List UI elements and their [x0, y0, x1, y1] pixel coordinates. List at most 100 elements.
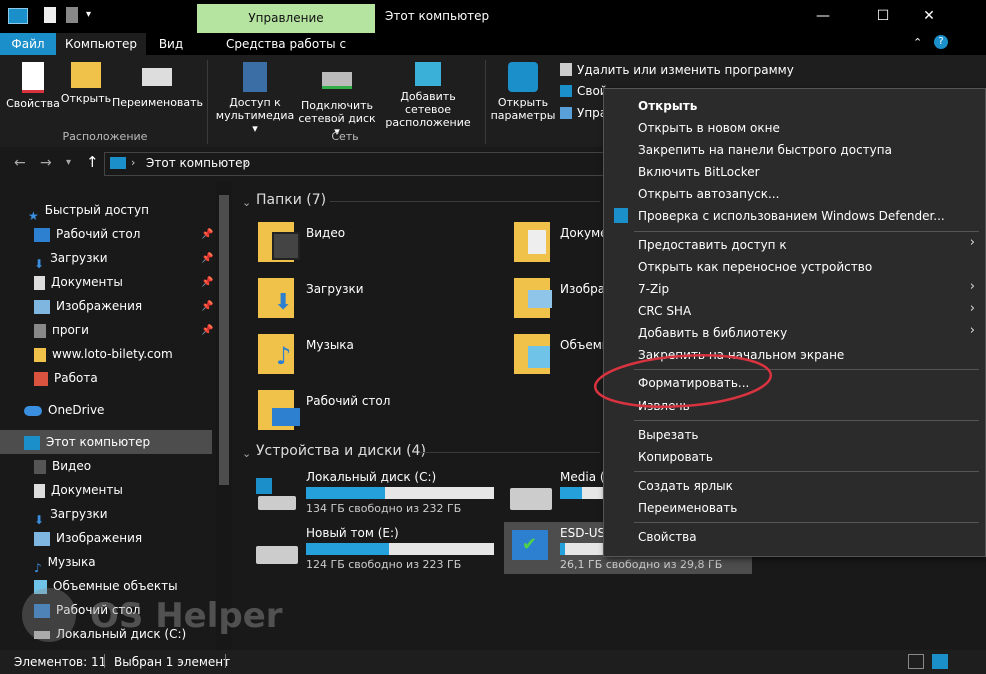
- nav-pc-pictures[interactable]: Изображения: [34, 526, 142, 550]
- folder-desktop-label[interactable]: Рабочий стол: [306, 394, 390, 408]
- properties-icon: [22, 62, 44, 93]
- nav-pc-music[interactable]: ♪ Музыка: [34, 550, 96, 575]
- pin-icon[interactable]: 📌: [201, 301, 213, 312]
- devices-section-header[interactable]: Устройства и диски (4): [256, 443, 426, 459]
- menu-item-open[interactable]: Открыть: [638, 95, 697, 117]
- nav-item-documents[interactable]: Документы: [34, 270, 123, 294]
- customize-toolbar-icon[interactable]: ▾: [86, 9, 91, 20]
- folder-downloads-label[interactable]: Загрузки: [306, 282, 364, 296]
- folder-3d-objects-icon[interactable]: [514, 334, 550, 374]
- collapse-ribbon-icon[interactable]: ⌃: [913, 36, 922, 49]
- nav-pc-video[interactable]: Видео: [34, 454, 91, 478]
- folder-music-icon[interactable]: ♪: [258, 334, 294, 374]
- drive-media-icon[interactable]: [510, 488, 552, 510]
- back-arrow-icon[interactable]: ←: [14, 155, 26, 171]
- tab-drive-tools[interactable]: Средства работы с дисками: [197, 33, 375, 73]
- breadcrumb[interactable]: Этот компьютер: [146, 156, 250, 170]
- recent-locations-icon[interactable]: ▾: [66, 157, 71, 168]
- pin-icon[interactable]: 📌: [201, 277, 213, 288]
- nav-item-desktop[interactable]: Рабочий стол: [34, 222, 140, 246]
- up-arrow-icon[interactable]: ↑: [86, 153, 99, 171]
- menu-item-create-shortcut[interactable]: Создать ярлык: [638, 475, 733, 497]
- gear-icon: [508, 62, 538, 92]
- menu-item-add-to-library[interactable]: Добавить в библиотеку: [638, 322, 787, 344]
- watermark-logo: [22, 588, 76, 642]
- collapse-chevron-icon[interactable]: ⌄: [242, 447, 251, 460]
- uninstall-icon: [560, 63, 572, 76]
- large-icons-view-icon[interactable]: [932, 654, 948, 669]
- menu-item-rename[interactable]: Переименовать: [638, 497, 737, 519]
- pictures-icon: [34, 299, 50, 314]
- nav-item-loto-bilety[interactable]: www.loto-bilety.com: [34, 342, 173, 366]
- folders-section-header[interactable]: Папки (7): [256, 192, 326, 208]
- tab-file[interactable]: Файл: [0, 33, 56, 55]
- map-network-drive-button[interactable]: Подключить сетевой диск ▾: [297, 62, 377, 138]
- folder-music-label[interactable]: Музыка: [306, 338, 354, 352]
- folder-downloads-icon[interactable]: ⬇: [258, 278, 294, 318]
- breadcrumb-chevron-icon[interactable]: ›: [131, 156, 135, 169]
- details-view-icon[interactable]: [908, 654, 924, 669]
- drive-c-icon[interactable]: [256, 478, 298, 514]
- minimize-button[interactable]: —: [800, 0, 846, 32]
- media-access-button[interactable]: Доступ к мультимедиа ▾: [213, 62, 297, 135]
- rename-button[interactable]: Переименовать: [112, 62, 203, 109]
- manage-context-tab[interactable]: Управление: [197, 4, 375, 34]
- menu-item-give-access[interactable]: Предоставить доступ к: [638, 234, 787, 256]
- maximize-button[interactable]: ☐: [860, 0, 906, 32]
- folder-video-label[interactable]: Видео: [306, 226, 345, 240]
- properties-button[interactable]: Свойства: [4, 62, 62, 110]
- nav-quick-access[interactable]: ★ Быстрый доступ: [28, 198, 149, 223]
- nav-item-pictures[interactable]: Изображения: [34, 294, 142, 318]
- tab-view[interactable]: Вид: [146, 33, 196, 55]
- folder-pictures-label[interactable]: Изобра: [560, 282, 605, 296]
- menu-item-properties[interactable]: Свойства: [638, 526, 697, 548]
- menu-item-crc-sha[interactable]: CRC SHA: [638, 300, 691, 322]
- folder-pictures-icon[interactable]: [514, 278, 552, 318]
- nav-pc-documents[interactable]: Документы: [34, 478, 123, 502]
- folder-documents-label[interactable]: Докуме: [560, 226, 608, 240]
- computer-icon: [110, 157, 126, 169]
- nav-pc-downloads[interactable]: ⬇ Загрузки: [34, 502, 108, 527]
- pin-icon[interactable]: 📌: [201, 325, 213, 336]
- menu-item-copy[interactable]: Копировать: [638, 446, 713, 468]
- menu-item-cut[interactable]: Вырезать: [638, 424, 699, 446]
- nav-item-downloads[interactable]: ⬇ Загрузки: [34, 246, 108, 271]
- collapse-chevron-icon[interactable]: ⌄: [242, 196, 251, 209]
- drive-e-icon[interactable]: [256, 546, 298, 564]
- submenu-arrow-icon: ›: [969, 323, 975, 338]
- folder-desktop-icon[interactable]: [258, 390, 300, 430]
- nav-item-rabota[interactable]: Работа: [34, 366, 98, 390]
- pin-icon[interactable]: 📌: [201, 253, 213, 264]
- rename-icon: [142, 68, 172, 86]
- submenu-arrow-icon: ›: [969, 235, 975, 250]
- close-button[interactable]: ✕: [906, 0, 952, 32]
- nav-item-progi[interactable]: проги: [34, 318, 89, 342]
- open-settings-button[interactable]: Открыть параметры: [490, 62, 556, 122]
- tab-computer[interactable]: Компьютер: [56, 33, 146, 55]
- nav-onedrive[interactable]: OneDrive: [24, 398, 104, 422]
- menu-item-open-new-window[interactable]: Открыть в новом окне: [638, 117, 780, 139]
- open-button[interactable]: Открыть: [60, 62, 112, 105]
- help-icon[interactable]: ?: [934, 35, 948, 49]
- folder-quick-icon[interactable]: [66, 7, 78, 23]
- folder-documents-icon[interactable]: [514, 222, 550, 262]
- menu-item-bitlocker[interactable]: Включить BitLocker: [638, 161, 760, 183]
- breadcrumb-chevron-icon[interactable]: ›: [244, 156, 248, 169]
- properties-quick-icon[interactable]: [44, 7, 56, 23]
- folder-video-icon[interactable]: [258, 222, 300, 262]
- menu-item-portable-device[interactable]: Открыть как переносное устройство: [638, 256, 872, 278]
- drive-e-name[interactable]: Новый том (E:): [306, 526, 399, 540]
- add-network-label-1: Добавить сетевое: [400, 90, 456, 116]
- add-network-location-button[interactable]: Добавить сетевое расположение: [378, 62, 478, 129]
- menu-item-pin-quick-access[interactable]: Закрепить на панели быстрого доступа: [638, 139, 892, 161]
- menu-item-defender-scan[interactable]: Проверка с использованием Windows Defend…: [638, 205, 945, 227]
- nav-scrollbar-thumb[interactable]: [219, 195, 229, 485]
- nav-this-pc[interactable]: Этот компьютер: [24, 430, 150, 454]
- uninstall-program-button[interactable]: Удалить или изменить программу: [577, 63, 794, 77]
- drive-c-name[interactable]: Локальный диск (C:): [306, 470, 436, 484]
- forward-arrow-icon[interactable]: →: [40, 155, 52, 171]
- drive-media-name[interactable]: Media (: [560, 470, 605, 484]
- menu-item-7zip[interactable]: 7-Zip: [638, 278, 669, 300]
- pin-icon[interactable]: 📌: [201, 229, 213, 240]
- menu-item-autoplay[interactable]: Открыть автозапуск...: [638, 183, 779, 205]
